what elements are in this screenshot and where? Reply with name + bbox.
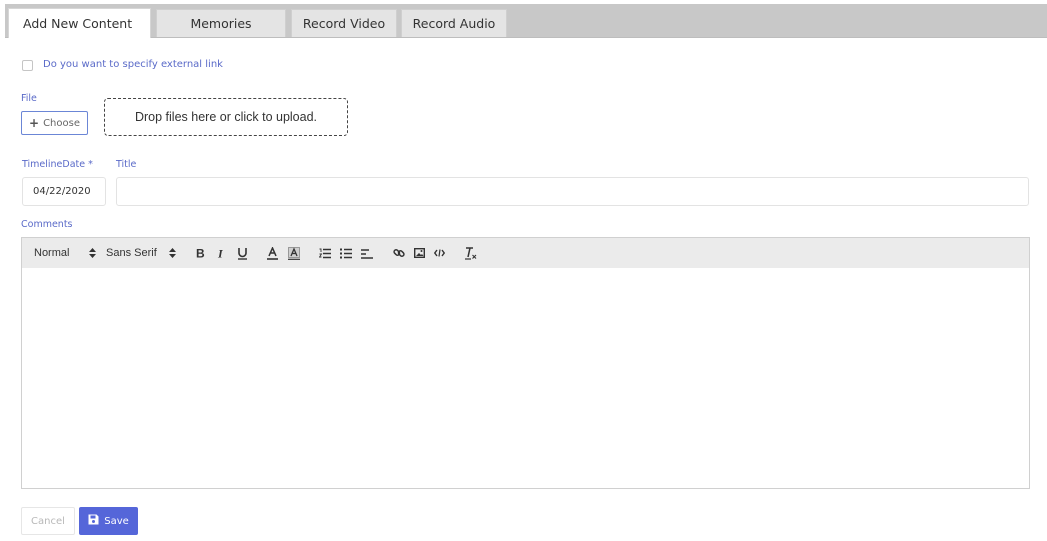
font-select[interactable]: Sans Serif [106, 238, 157, 268]
cancel-button[interactable]: Cancel [21, 507, 75, 535]
editor-content-area[interactable] [22, 268, 1029, 488]
save-label: Save [104, 515, 129, 527]
plus-icon: + [29, 116, 40, 130]
choose-file-button[interactable]: + Choose [21, 111, 88, 135]
italic-icon[interactable]: I [217, 238, 226, 268]
tab-bar: Add New Content Memories Record Video Re… [5, 4, 1047, 38]
align-icon[interactable] [361, 238, 373, 268]
timeline-date-label: TimelineDate * [22, 159, 93, 170]
dropzone-text: Drop files here or click to upload. [134, 110, 318, 124]
code-icon[interactable] [434, 238, 445, 268]
external-link-checkbox[interactable] [22, 60, 33, 71]
save-icon [88, 514, 99, 528]
save-button[interactable]: Save [79, 507, 138, 535]
image-icon[interactable] [414, 238, 425, 268]
title-label: Title [116, 159, 137, 170]
link-icon[interactable] [393, 238, 405, 268]
tab-record-video[interactable]: Record Video [291, 9, 397, 37]
text-color-icon[interactable] [267, 238, 278, 268]
tab-record-audio[interactable]: Record Audio [401, 9, 507, 37]
header-select[interactable]: Normal [34, 238, 69, 268]
bold-icon[interactable]: B [195, 238, 205, 268]
underline-icon[interactable] [237, 238, 248, 268]
cancel-label: Cancel [31, 515, 65, 527]
clear-format-icon[interactable] [465, 238, 477, 268]
choose-label: Choose [43, 117, 80, 129]
font-select-arrows-icon[interactable] [169, 238, 176, 268]
ordered-list-icon[interactable] [319, 238, 331, 268]
comments-editor: Normal Sans Serif B I [21, 237, 1030, 489]
timeline-date-input[interactable]: 04/22/2020 [22, 177, 106, 206]
title-input[interactable] [116, 177, 1029, 206]
font-select-value: Sans Serif [106, 247, 157, 259]
tab-add-new-content[interactable]: Add New Content [8, 8, 151, 38]
editor-toolbar: Normal Sans Serif B I [22, 238, 1029, 269]
svg-text:I: I [217, 247, 224, 259]
external-link-label: Do you want to specify external link [43, 59, 223, 70]
file-dropzone[interactable]: Drop files here or click to upload. [104, 98, 348, 136]
bullet-list-icon[interactable] [340, 238, 352, 268]
timeline-date-value: 04/22/2020 [33, 186, 91, 197]
header-select-arrows-icon[interactable] [89, 238, 96, 268]
comments-label: Comments [21, 219, 73, 230]
background-color-icon[interactable] [288, 238, 300, 268]
header-select-value: Normal [34, 247, 70, 259]
svg-text:B: B [196, 247, 205, 259]
tab-memories[interactable]: Memories [156, 9, 286, 37]
file-label: File [21, 93, 37, 104]
